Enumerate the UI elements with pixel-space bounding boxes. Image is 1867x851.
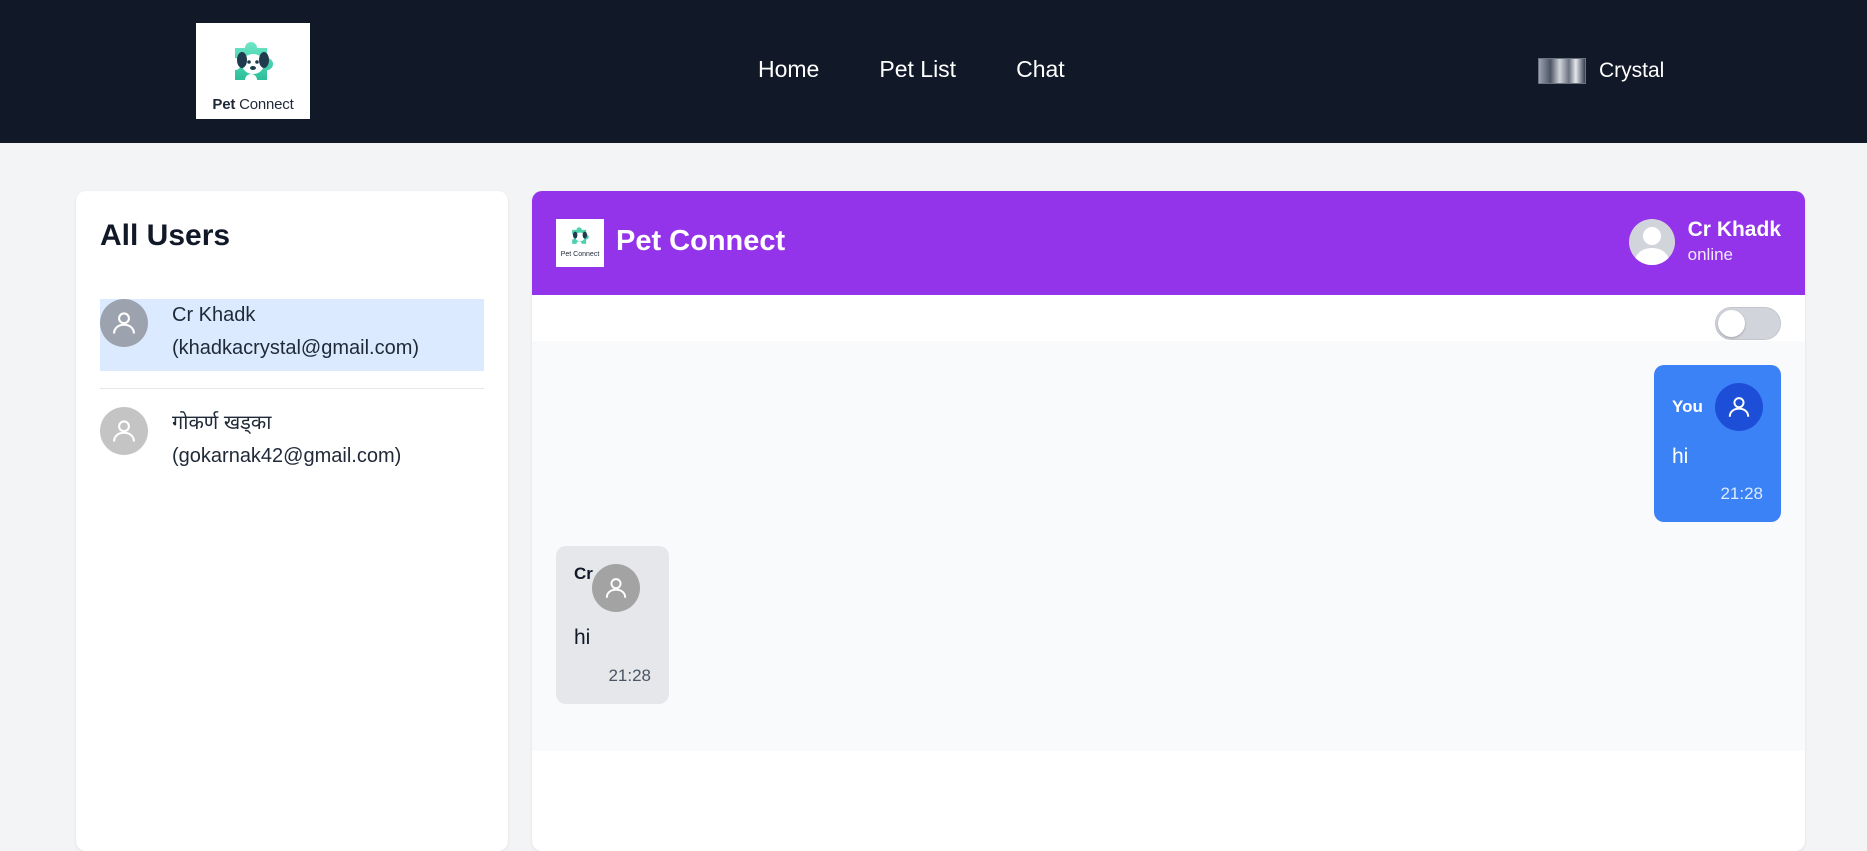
nav-link-pet-list[interactable]: Pet List bbox=[879, 56, 956, 83]
contact-name: Cr Khadk bbox=[1687, 218, 1781, 241]
contact-avatar bbox=[1628, 219, 1675, 265]
message-time: 21:28 bbox=[1720, 484, 1763, 503]
message-bubble-outgoing: You hi 21:28 bbox=[1654, 365, 1781, 522]
toggle-knob bbox=[1718, 310, 1745, 337]
user-avatar bbox=[100, 299, 148, 347]
user-silhouette-icon bbox=[1728, 397, 1750, 417]
top-navbar: Pet Connect Home Pet List Chat Crystal bbox=[0, 0, 1867, 143]
message-sender: You bbox=[1672, 397, 1703, 416]
nav-link-home[interactable]: Home bbox=[758, 56, 819, 83]
user-silhouette-icon bbox=[1633, 227, 1670, 265]
chat-contact: Cr Khadk online bbox=[1628, 217, 1781, 267]
messages-area: You hi 21:28 Cr hi 21:28 bbox=[532, 341, 1805, 751]
site-logo[interactable]: Pet Connect bbox=[196, 23, 310, 119]
chat-panel: Pet Connect Pet Connect Cr Khadk online … bbox=[532, 191, 1805, 851]
user-list-item[interactable]: गोकर्ण खड्का (gokarnak42@gmail.com) bbox=[100, 407, 484, 479]
user-silhouette-icon bbox=[113, 420, 135, 442]
message-bubble-incoming: Cr hi 21:28 bbox=[556, 546, 669, 704]
chat-title: Pet Connect bbox=[616, 225, 786, 257]
users-panel: All Users Cr Khadk (khadkacrystal@gmail.… bbox=[76, 191, 508, 851]
message-avatar bbox=[1714, 383, 1763, 431]
user-silhouette-icon bbox=[113, 312, 135, 334]
contact-status: online bbox=[1687, 245, 1734, 264]
chat-logo: Pet Connect bbox=[556, 219, 604, 267]
nav-user-menu[interactable]: Crystal bbox=[1538, 58, 1664, 84]
toggle-row bbox=[532, 295, 1805, 341]
logo-text: Pet Connect bbox=[212, 96, 294, 113]
user-list-item[interactable]: Cr Khadk (khadkacrystal@gmail.com) bbox=[100, 299, 484, 371]
users-panel-title: All Users bbox=[100, 219, 231, 252]
chat-header: Pet Connect Pet Connect Cr Khadk online bbox=[532, 191, 1805, 295]
nav-username: Crystal bbox=[1599, 59, 1665, 82]
nav-link-chat[interactable]: Chat bbox=[1016, 56, 1065, 83]
user-email: (gokarnak42@gmail.com) bbox=[172, 445, 402, 467]
user-name: Cr Khadk bbox=[172, 304, 256, 326]
nav-user-avatar bbox=[1538, 58, 1586, 84]
chat-logo-text: Pet Connect bbox=[560, 251, 600, 258]
user-name: गोकर्ण खड्का bbox=[172, 412, 272, 434]
user-email: (khadkacrystal@gmail.com) bbox=[172, 337, 420, 359]
message-sender: Cr bbox=[574, 564, 593, 583]
user-avatar bbox=[100, 407, 148, 455]
user-divider bbox=[100, 388, 484, 389]
puppy-puzzle-logo-icon bbox=[572, 227, 589, 244]
puppy-puzzle-logo-icon bbox=[235, 42, 273, 80]
message-time: 21:28 bbox=[608, 666, 651, 685]
message-avatar bbox=[592, 564, 640, 612]
message-text: hi bbox=[1672, 445, 1689, 468]
chat-toggle-switch[interactable] bbox=[1715, 307, 1781, 340]
message-text: hi bbox=[574, 626, 591, 649]
user-silhouette-icon bbox=[605, 578, 627, 598]
nav-links: Home Pet List Chat bbox=[758, 56, 1065, 83]
